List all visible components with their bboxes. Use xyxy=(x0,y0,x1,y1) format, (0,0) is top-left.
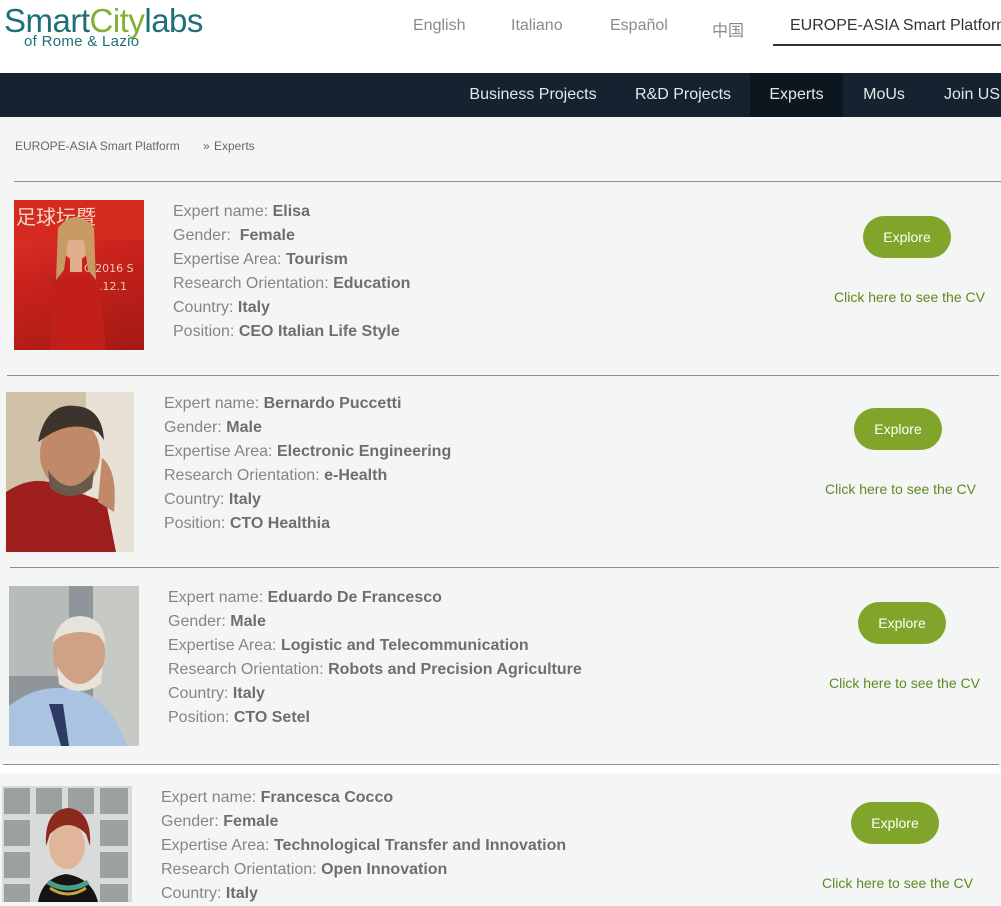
expert-name: Francesca Cocco xyxy=(260,789,394,806)
site-logo[interactable]: SmartCitylabs of Rome & Lazio xyxy=(4,2,244,62)
row-divider xyxy=(14,181,1001,182)
expert-photo xyxy=(9,586,139,746)
expert-details: Expert name: Elisa Gender: Female Expert… xyxy=(173,203,411,340)
expert-orientation: Education xyxy=(333,275,411,292)
expert-country: Italy xyxy=(237,299,270,316)
expert-details: Expert name: Bernardo Puccetti Gender: M… xyxy=(164,395,452,532)
row-gap xyxy=(0,765,1001,773)
lang-italiano[interactable]: Italiano xyxy=(511,17,563,35)
explore-button[interactable]: Explore xyxy=(851,802,939,844)
expert-details: Expert name: Eduardo De Francesco Gender… xyxy=(168,589,582,726)
explore-button[interactable]: Explore xyxy=(858,602,946,644)
top-header: SmartCitylabs of Rome & Lazio English It… xyxy=(0,0,1001,73)
expert-country: Italy xyxy=(225,885,258,902)
expert-position: CTO Setel xyxy=(233,709,310,726)
row-divider xyxy=(10,567,999,568)
expert-area: Logistic and Telecommunication xyxy=(280,637,529,654)
expert-area: Technological Transfer and Innovation xyxy=(273,837,567,854)
nav-rd-projects[interactable]: R&D Projects xyxy=(618,73,748,117)
nav-business-projects[interactable]: Business Projects xyxy=(452,73,614,117)
breadcrumb-root[interactable]: EUROPE-ASIA Smart Platform xyxy=(15,139,180,153)
expert-area: Electronic Engineering xyxy=(276,443,452,460)
explore-button[interactable]: Explore xyxy=(863,216,951,258)
explore-button[interactable]: Explore xyxy=(854,408,942,450)
cv-link[interactable]: Click here to see the CV xyxy=(834,289,985,305)
nav-experts[interactable]: Experts xyxy=(750,73,843,117)
expert-country: Italy xyxy=(232,685,265,702)
expert-gender: Female xyxy=(223,813,279,830)
nav-mous[interactable]: MoUs xyxy=(845,73,923,117)
tab-europe-asia-platform[interactable]: EUROPE-ASIA Smart Platform xyxy=(773,10,1001,46)
expert-position: CEO Italian Life Style xyxy=(238,323,400,340)
expert-name: Elisa xyxy=(272,203,310,220)
logo-subtitle: of Rome & Lazio xyxy=(24,33,140,50)
expert-name: Eduardo De Francesco xyxy=(267,589,442,606)
expert-photo xyxy=(2,786,132,902)
expert-orientation: Robots and Precision Agriculture xyxy=(328,661,582,678)
main-nav: Business Projects R&D Projects Experts M… xyxy=(0,73,1001,117)
expert-photo: 足球坛暨 C 2016 S 5.12.1 xyxy=(14,200,144,350)
expert-country: Italy xyxy=(228,491,261,508)
cv-link[interactable]: Click here to see the CV xyxy=(822,875,973,891)
lang-chinese[interactable]: 中国 xyxy=(712,17,744,41)
expert-details: Expert name: Francesca Cocco Gender: Fem… xyxy=(161,789,567,902)
lang-espanol[interactable]: Español xyxy=(610,17,668,35)
breadcrumb-separator: » xyxy=(203,139,210,153)
breadcrumb-current: Experts xyxy=(214,139,255,153)
expert-gender: Male xyxy=(226,419,262,436)
expert-gender: Female xyxy=(239,227,295,244)
expert-orientation: e-Health xyxy=(324,467,388,484)
lang-english[interactable]: English xyxy=(413,17,465,35)
cv-link[interactable]: Click here to see the CV xyxy=(829,675,980,691)
expert-area: Tourism xyxy=(285,251,348,268)
expert-gender: Male xyxy=(230,613,266,630)
expert-name: Bernardo Puccetti xyxy=(263,395,402,412)
nav-join-us[interactable]: Join US xyxy=(926,73,1001,117)
cv-link[interactable]: Click here to see the CV xyxy=(825,481,976,497)
expert-position: CTO Healthia xyxy=(229,515,330,532)
expert-orientation: Open Innovation xyxy=(321,861,448,878)
row-divider xyxy=(7,375,999,376)
expert-photo xyxy=(6,392,134,552)
